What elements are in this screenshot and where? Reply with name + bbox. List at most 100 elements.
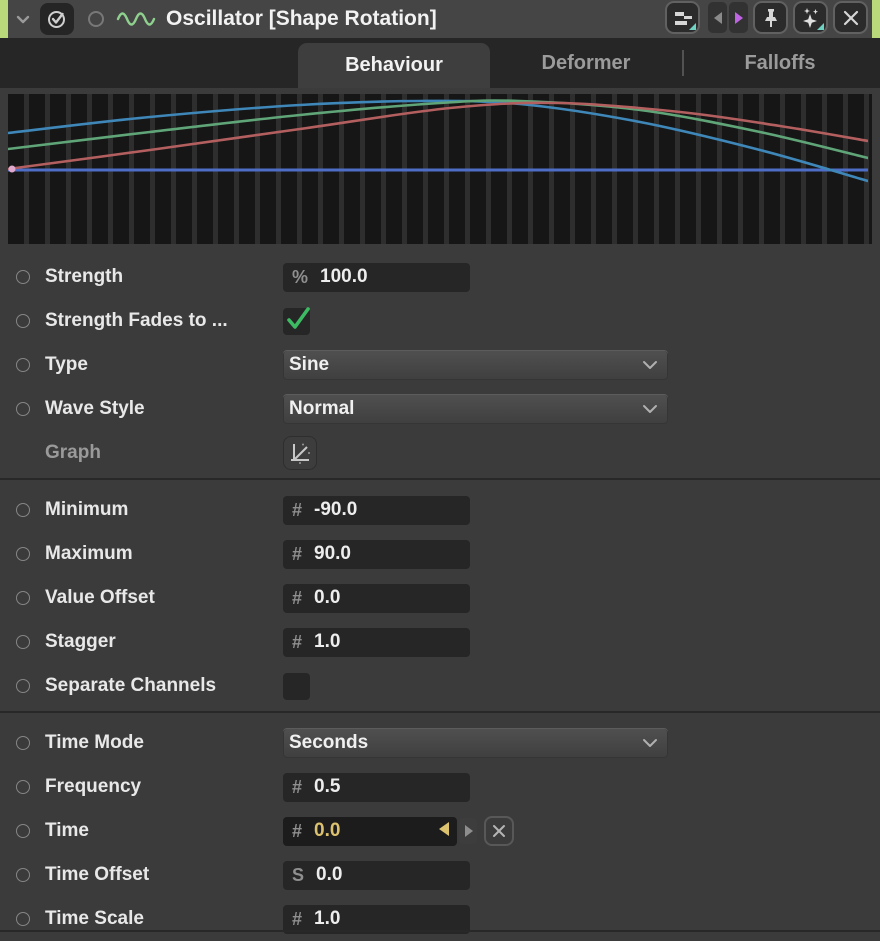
keyframe-left-arrow-icon xyxy=(436,820,451,838)
selection-accent-strip-right xyxy=(872,0,880,38)
tab-deformer[interactable]: Deformer xyxy=(490,38,682,88)
enable-toggle-button[interactable] xyxy=(40,3,74,35)
keyframe-bullet[interactable] xyxy=(16,270,30,284)
tab-spacer xyxy=(0,38,298,88)
arrow-left-icon xyxy=(710,9,726,27)
close-button[interactable] xyxy=(833,1,868,34)
graph-editor-button[interactable] xyxy=(283,436,317,470)
time-input-animated[interactable]: # 0.0 xyxy=(283,817,457,846)
stagger-input[interactable]: # 1.0 xyxy=(283,628,470,657)
keyframe-bullet[interactable] xyxy=(16,736,30,750)
row-time-offset: Time Offset S 0.0 xyxy=(0,853,880,897)
dropdown-value: Sine xyxy=(289,354,329,376)
row-stagger: Stagger # 1.0 xyxy=(0,620,880,664)
pin-icon xyxy=(759,5,783,31)
teal-corner-badge xyxy=(817,23,824,30)
ai-sparkles-button[interactable] xyxy=(793,1,828,34)
time-section: Time Mode Seconds Frequency # 0.5 Time #… xyxy=(0,716,880,941)
strength-fades-checkbox[interactable] xyxy=(283,308,310,335)
state-circle-icon xyxy=(86,9,106,29)
strength-input[interactable]: % 100.0 xyxy=(283,263,470,292)
section-separator xyxy=(0,478,880,480)
unit-prefix: # xyxy=(292,588,302,609)
field-value: 1.0 xyxy=(314,631,340,653)
collapse-chevron-icon[interactable] xyxy=(12,8,34,30)
keyframe-bullet[interactable] xyxy=(16,868,30,882)
keyframe-bullet[interactable] xyxy=(16,679,30,693)
curve-axes-icon xyxy=(288,441,312,465)
param-label: Strength Fades to ... xyxy=(45,310,283,332)
row-graph: Graph xyxy=(0,431,880,475)
row-strength: Strength % 100.0 xyxy=(0,255,880,299)
row-frequency: Frequency # 0.5 xyxy=(0,765,880,809)
time-offset-input[interactable]: S 0.0 xyxy=(283,861,470,890)
unit-prefix: % xyxy=(292,267,308,288)
param-label: Maximum xyxy=(45,543,283,565)
window-title: Oscillator [Shape Rotation] xyxy=(166,7,437,31)
row-minimum: Minimum # -90.0 xyxy=(0,488,880,532)
unit-prefix: # xyxy=(292,821,302,842)
next-keyframe-button[interactable] xyxy=(459,818,477,844)
keyframe-right-arrow-icon xyxy=(462,823,475,839)
row-wave-style: Wave Style Normal xyxy=(0,387,880,431)
outline-mode-button[interactable] xyxy=(665,1,700,34)
row-type: Type Sine xyxy=(0,343,880,387)
oscillator-wave-icon xyxy=(116,7,156,31)
keyframe-bullet[interactable] xyxy=(16,635,30,649)
pin-button[interactable] xyxy=(753,1,788,34)
type-dropdown[interactable]: Sine xyxy=(283,350,668,380)
close-icon xyxy=(490,822,508,840)
maximum-input[interactable]: # 90.0 xyxy=(283,540,470,569)
unit-prefix: S xyxy=(292,865,304,886)
keyframe-bullet[interactable] xyxy=(16,824,30,838)
row-separate-channels: Separate Channels xyxy=(0,664,880,708)
param-label: Time Scale xyxy=(45,908,283,930)
keyframe-bullet[interactable] xyxy=(16,358,30,372)
keyframe-bullet[interactable] xyxy=(16,547,30,561)
tab-bar: Behaviour Deformer Falloffs xyxy=(0,38,880,88)
param-label: Frequency xyxy=(45,776,283,798)
unit-prefix: # xyxy=(292,632,302,653)
row-time-mode: Time Mode Seconds xyxy=(0,721,880,765)
param-label: Separate Channels xyxy=(45,675,283,697)
frequency-input[interactable]: # 0.5 xyxy=(283,773,470,802)
keyframe-bullet[interactable] xyxy=(16,912,30,926)
keyframe-bullet[interactable] xyxy=(16,503,30,517)
value-offset-input[interactable]: # 0.0 xyxy=(283,584,470,613)
field-value: 90.0 xyxy=(314,543,351,565)
field-value: 0.5 xyxy=(314,776,340,798)
tab-falloffs[interactable]: Falloffs xyxy=(684,38,876,88)
keyframe-bullet[interactable] xyxy=(16,591,30,605)
next-object-button[interactable] xyxy=(729,2,748,33)
checkmark-icon xyxy=(282,303,314,335)
remove-animation-button[interactable] xyxy=(484,816,514,846)
teal-corner-badge xyxy=(689,23,696,30)
unit-prefix: # xyxy=(292,544,302,565)
prev-keyframe-button[interactable] xyxy=(436,820,451,843)
unit-prefix: # xyxy=(292,777,302,798)
param-label: Value Offset xyxy=(45,587,283,609)
keyframe-bullet[interactable] xyxy=(16,314,30,328)
param-label: Time Offset xyxy=(45,864,283,886)
chevron-down-icon xyxy=(640,736,660,750)
param-label: Graph xyxy=(45,442,283,464)
keyframe-bullet[interactable] xyxy=(16,780,30,794)
wave-style-dropdown[interactable]: Normal xyxy=(283,394,668,424)
close-icon xyxy=(840,7,862,29)
separate-channels-checkbox[interactable] xyxy=(283,673,310,700)
tab-behaviour[interactable]: Behaviour xyxy=(298,43,490,88)
row-time-scale: Time Scale # 1.0 xyxy=(0,897,880,941)
param-label: Time xyxy=(45,820,283,842)
prev-object-button[interactable] xyxy=(708,2,727,33)
oscillator-preview-graph xyxy=(8,94,872,244)
field-value: -90.0 xyxy=(314,499,357,521)
selection-accent-strip-left xyxy=(0,0,8,38)
keyframe-bullet[interactable] xyxy=(16,402,30,416)
graph-curves-svg xyxy=(8,94,868,244)
bottom-separator xyxy=(0,930,880,932)
minimum-input[interactable]: # -90.0 xyxy=(283,496,470,525)
chevron-down-icon xyxy=(640,402,660,416)
row-value-offset: Value Offset # 0.0 xyxy=(0,576,880,620)
time-mode-dropdown[interactable]: Seconds xyxy=(283,728,668,758)
row-strength-fades: Strength Fades to ... xyxy=(0,299,880,343)
